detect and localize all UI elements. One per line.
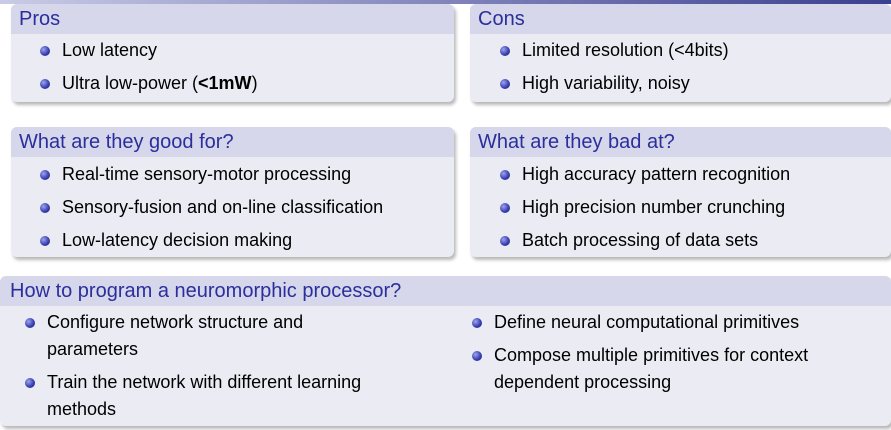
list-item: Batch processing of data sets: [500, 227, 758, 254]
list-item: Low-latency decision making: [40, 227, 292, 254]
cons-title: Cons: [470, 4, 891, 34]
list-item: Compose multiple primitives for context d…: [472, 342, 808, 396]
bullet-icon: [40, 203, 50, 213]
program-title: How to program a neuromorphic processor?: [0, 276, 891, 306]
pros-title: Pros: [11, 4, 454, 34]
bullet-icon: [500, 170, 510, 180]
good-for-block: What are they good for? Real-time sensor…: [11, 127, 454, 257]
bullet-icon: [40, 170, 50, 180]
program-block: How to program a neuromorphic processor?…: [0, 276, 891, 426]
bullet-icon: [500, 236, 510, 246]
list-item: Sensory-fusion and on-line classificatio…: [40, 194, 383, 221]
list-item: Limited resolution (<4bits): [500, 37, 729, 64]
pros-block: Pros Low latency Ultra low-power (<1mW): [11, 4, 454, 102]
list-item: High accuracy pattern recognition: [500, 161, 790, 188]
list-item: Train the network with different learnin…: [25, 369, 361, 423]
cons-block: Cons Limited resolution (<4bits) High va…: [470, 4, 891, 102]
good-for-title: What are they good for?: [11, 127, 454, 157]
bad-at-title: What are they bad at?: [470, 127, 891, 157]
bullet-icon: [25, 318, 35, 328]
bullet-icon: [500, 79, 510, 89]
list-item: Real-time sensory-motor processing: [40, 161, 351, 188]
bullet-icon: [25, 378, 35, 388]
list-item: Define neural computational primitives: [472, 309, 799, 336]
list-item: Configure network structure and parameter…: [25, 309, 303, 363]
bullet-icon: [472, 351, 482, 361]
bullet-icon: [40, 236, 50, 246]
list-item: Low latency: [40, 37, 157, 64]
list-item: High variability, noisy: [500, 70, 690, 97]
bullet-icon: [40, 79, 50, 89]
list-item: High precision number crunching: [500, 194, 785, 221]
list-item: Ultra low-power (<1mW): [40, 70, 258, 97]
bullet-icon: [40, 46, 50, 56]
bullet-icon: [472, 318, 482, 328]
bullet-icon: [500, 203, 510, 213]
bad-at-block: What are they bad at? High accuracy patt…: [470, 127, 891, 257]
bullet-icon: [500, 46, 510, 56]
